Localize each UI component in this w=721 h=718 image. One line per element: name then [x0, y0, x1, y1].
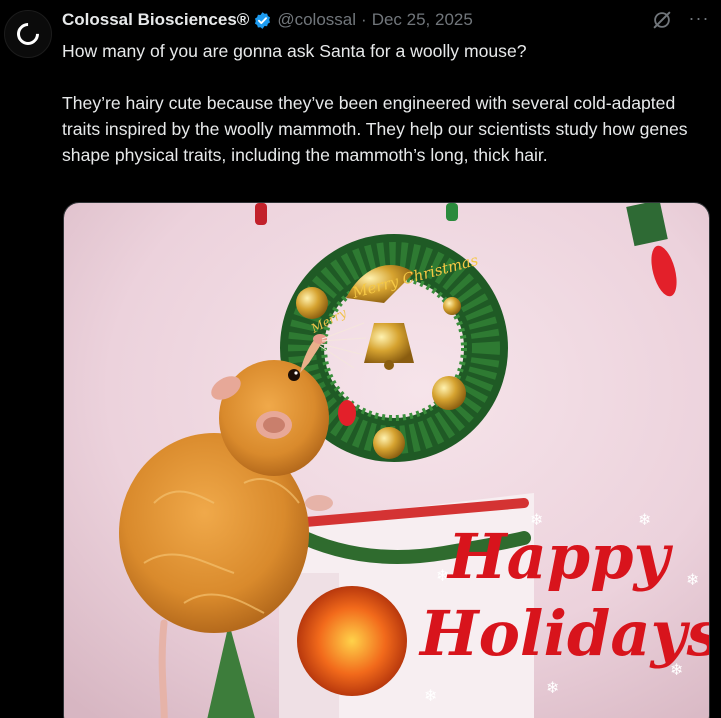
ornament	[297, 586, 407, 696]
more-icon[interactable]: ···	[688, 8, 710, 30]
svg-text:❄: ❄	[424, 686, 437, 705]
verified-badge-icon	[255, 11, 271, 29]
svg-text:❄: ❄	[686, 570, 699, 589]
greeting-holidays: Holidays	[418, 597, 710, 670]
greeting-happy: Happy	[446, 520, 673, 593]
holiday-mouse-photo: Merry Merry Christmas ❄ ❄ ❄ ❄ ❄ ❄ ❄ Happ…	[64, 203, 710, 718]
separator-dot: ·	[361, 10, 367, 29]
author-name[interactable]: Colossal Biosciences®	[62, 10, 249, 30]
light-bulb	[446, 203, 458, 221]
avatar[interactable]	[4, 10, 52, 58]
light-bulb	[255, 203, 267, 225]
svg-text:❄: ❄	[546, 678, 559, 697]
post-text: How many of you are gonna ask Santa for …	[62, 41, 688, 165]
post-image[interactable]: Merry Merry Christmas ❄ ❄ ❄ ❄ ❄ ❄ ❄ Happ…	[63, 202, 710, 718]
grok-icon[interactable]	[651, 9, 673, 31]
author-handle[interactable]: @colossal	[277, 10, 356, 30]
post-date[interactable]: Dec 25, 2025	[372, 10, 473, 30]
colossal-logo-icon	[12, 18, 44, 50]
post-header: Colossal Biosciences® @colossal · Dec 25…	[62, 9, 721, 31]
